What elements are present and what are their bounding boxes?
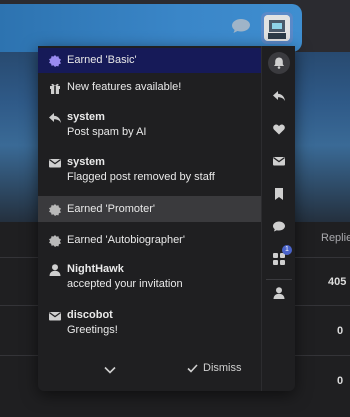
- notification-text: Flagged post removed by staff: [67, 171, 215, 183]
- badge-icon: [49, 204, 61, 216]
- badge-icon: [49, 55, 61, 67]
- notification-item[interactable]: Earned 'Promoter': [38, 196, 261, 222]
- tab-profile[interactable]: [268, 282, 290, 304]
- notification-sender: system: [67, 156, 105, 168]
- reply-icon: [49, 113, 61, 123]
- heart-icon: [273, 124, 285, 134]
- replies-cell: 0: [337, 375, 344, 387]
- notification-item[interactable]: discobot Greetings!: [38, 308, 261, 344]
- notification-tabs: 1: [261, 46, 295, 391]
- replies-cell: 0: [337, 325, 344, 337]
- user-icon: [49, 264, 61, 276]
- tab-chat[interactable]: [268, 215, 290, 237]
- notification-sender: system: [67, 111, 105, 123]
- site-header: [0, 0, 350, 52]
- notification-panel: Earned 'Basic' New features available! s…: [38, 46, 295, 391]
- notification-text: Earned 'Basic': [67, 54, 137, 66]
- notification-sender: NightHawk: [67, 263, 124, 275]
- tab-likes[interactable]: [268, 118, 290, 140]
- notification-text: Earned 'Promoter': [67, 203, 155, 215]
- user-avatar-button[interactable]: [261, 12, 293, 44]
- notification-text: accepted your invitation: [67, 278, 183, 290]
- notification-item[interactable]: NightHawk accepted your invitation: [38, 262, 261, 298]
- replies-column-header[interactable]: Replie: [321, 232, 350, 244]
- tab-replies[interactable]: [268, 85, 290, 107]
- notification-item[interactable]: Earned 'Basic': [38, 48, 261, 73]
- bell-icon: [274, 57, 284, 69]
- header-bar: [0, 4, 302, 52]
- notification-item[interactable]: system Post spam by AI: [38, 110, 261, 146]
- envelope-icon: [49, 159, 61, 168]
- dismiss-button[interactable]: Dismiss: [187, 362, 242, 374]
- envelope-icon: [49, 312, 61, 321]
- apps-icon: [273, 253, 285, 265]
- tab-messages[interactable]: [268, 150, 290, 172]
- tab-other[interactable]: 1: [268, 245, 292, 270]
- badge-icon: [49, 235, 61, 247]
- chat-icon[interactable]: [231, 18, 251, 34]
- reply-icon: [273, 91, 285, 101]
- tab-all-notifications[interactable]: [268, 52, 290, 74]
- dismiss-label: Dismiss: [203, 362, 242, 374]
- notification-sender: discobot: [67, 309, 113, 321]
- tab-bookmarks[interactable]: [268, 183, 290, 205]
- notification-text: Greetings!: [67, 324, 118, 336]
- bookmark-icon: [275, 188, 283, 200]
- avatar: [264, 15, 290, 41]
- check-icon: [187, 363, 198, 373]
- tab-badge: 1: [282, 245, 292, 255]
- gift-icon: [50, 83, 60, 94]
- user-icon: [273, 287, 285, 299]
- chat-icon: [273, 221, 285, 231]
- panel-footer: Dismiss: [38, 358, 261, 382]
- notification-item[interactable]: New features available!: [38, 80, 261, 104]
- notification-item[interactable]: system Flagged post removed by staff: [38, 155, 261, 191]
- notification-text: Post spam by AI: [67, 126, 147, 138]
- chevron-down-icon[interactable]: [104, 365, 116, 375]
- notification-text: New features available!: [67, 81, 182, 93]
- replies-cell: 405: [328, 276, 347, 288]
- envelope-icon: [273, 157, 285, 166]
- notification-text: Earned 'Autobiographer': [67, 234, 185, 246]
- notification-item[interactable]: Earned 'Autobiographer': [38, 233, 261, 257]
- tab-divider: [266, 279, 292, 280]
